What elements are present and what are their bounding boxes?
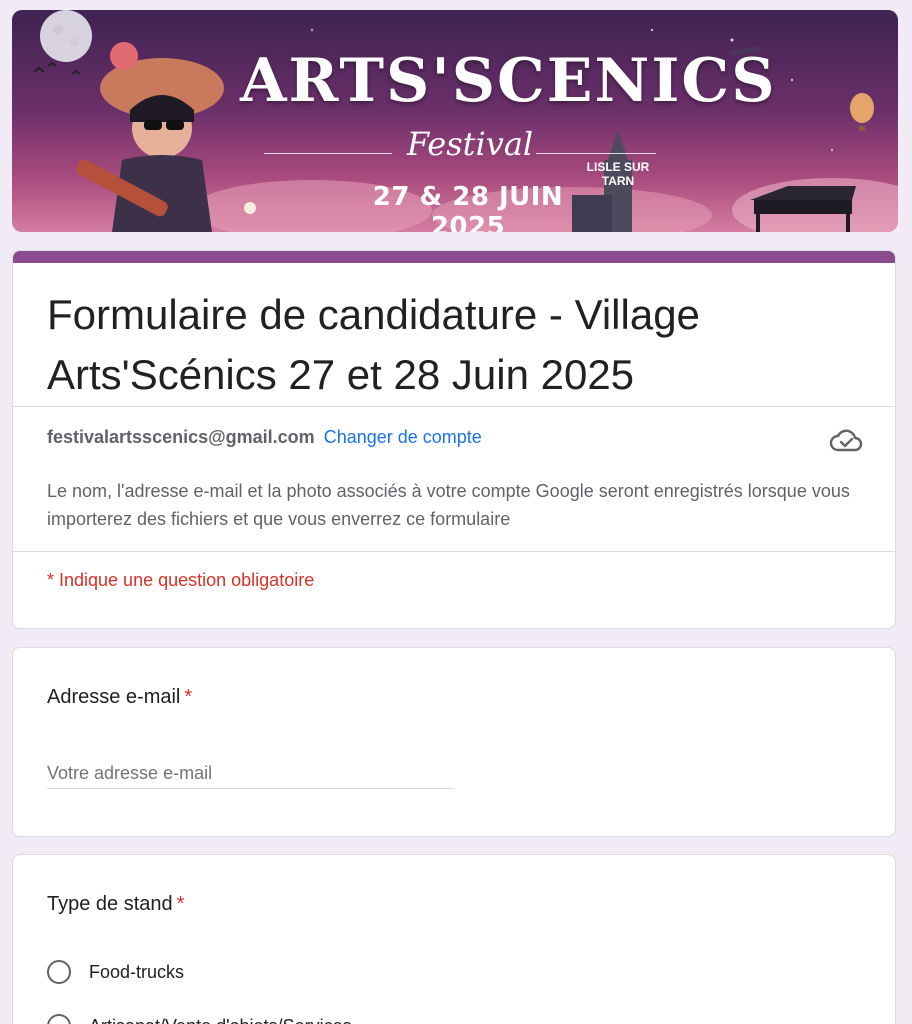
account-section: festivalartsscenics@gmail.com Changer de…	[13, 407, 895, 552]
account-notice: Le nom, l'adresse e-mail et la photo ass…	[47, 481, 850, 529]
form-title: Formulaire de candidature - Village Arts…	[13, 263, 895, 407]
question-title-email: Adresse e-mail *	[47, 686, 192, 709]
radio-label: Food-trucks	[89, 961, 185, 982]
radio-button[interactable]	[47, 960, 71, 984]
account-email: festivalartsscenics@gmail.com	[47, 427, 315, 447]
required-asterisk: *	[176, 893, 185, 915]
required-note: * Indique une question obligatoire	[47, 570, 315, 590]
radio-button[interactable]	[47, 1014, 71, 1024]
banner-dates: 27 & 28 JUIN 2025	[372, 182, 564, 232]
account-line: festivalartsscenics@gmail.com Changer de…	[47, 425, 861, 449]
header-accent-bar	[13, 251, 895, 263]
question-card-stand-type: Type de stand* Food-trucks Artisanat/Ven…	[12, 854, 896, 1024]
radio-label: Artisanat/Vente d'objets/Services	[89, 1016, 352, 1024]
question-label: Type de stand	[47, 893, 173, 915]
banner-divider-left	[264, 153, 392, 154]
banner-divider-right	[536, 153, 656, 154]
hot-air-balloon-icon	[850, 93, 874, 123]
switch-account-link[interactable]: Changer de compte	[324, 427, 482, 447]
church-tower-icon	[608, 130, 628, 160]
header-banner: ARTS'SCENICS Festival LISLE SUR TARN 27 …	[12, 10, 898, 232]
radio-option-food-trucks[interactable]: Food-trucks	[47, 957, 184, 987]
form-page: ARTS'SCENICS Festival LISLE SUR TARN 27 …	[0, 0, 912, 1024]
required-asterisk: *	[184, 686, 193, 708]
banner-location: LISLE SUR TARN	[586, 160, 650, 188]
moon-icon	[40, 10, 92, 62]
question-label: Adresse e-mail	[47, 686, 181, 708]
form-header-card: Formulaire de candidature - Village Arts…	[12, 250, 896, 629]
cloud-check-icon	[829, 429, 863, 452]
banner-title: ARTS'SCENICS	[240, 46, 777, 116]
banner-subtitle: Festival	[406, 125, 534, 163]
question-card-email: Adresse e-mail *	[12, 647, 896, 837]
radio-option-artisanat[interactable]: Artisanat/Vente d'objets/Services	[47, 1011, 352, 1024]
question-title-stand-type: Type de stand *	[47, 893, 184, 916]
email-input[interactable]	[47, 758, 455, 789]
